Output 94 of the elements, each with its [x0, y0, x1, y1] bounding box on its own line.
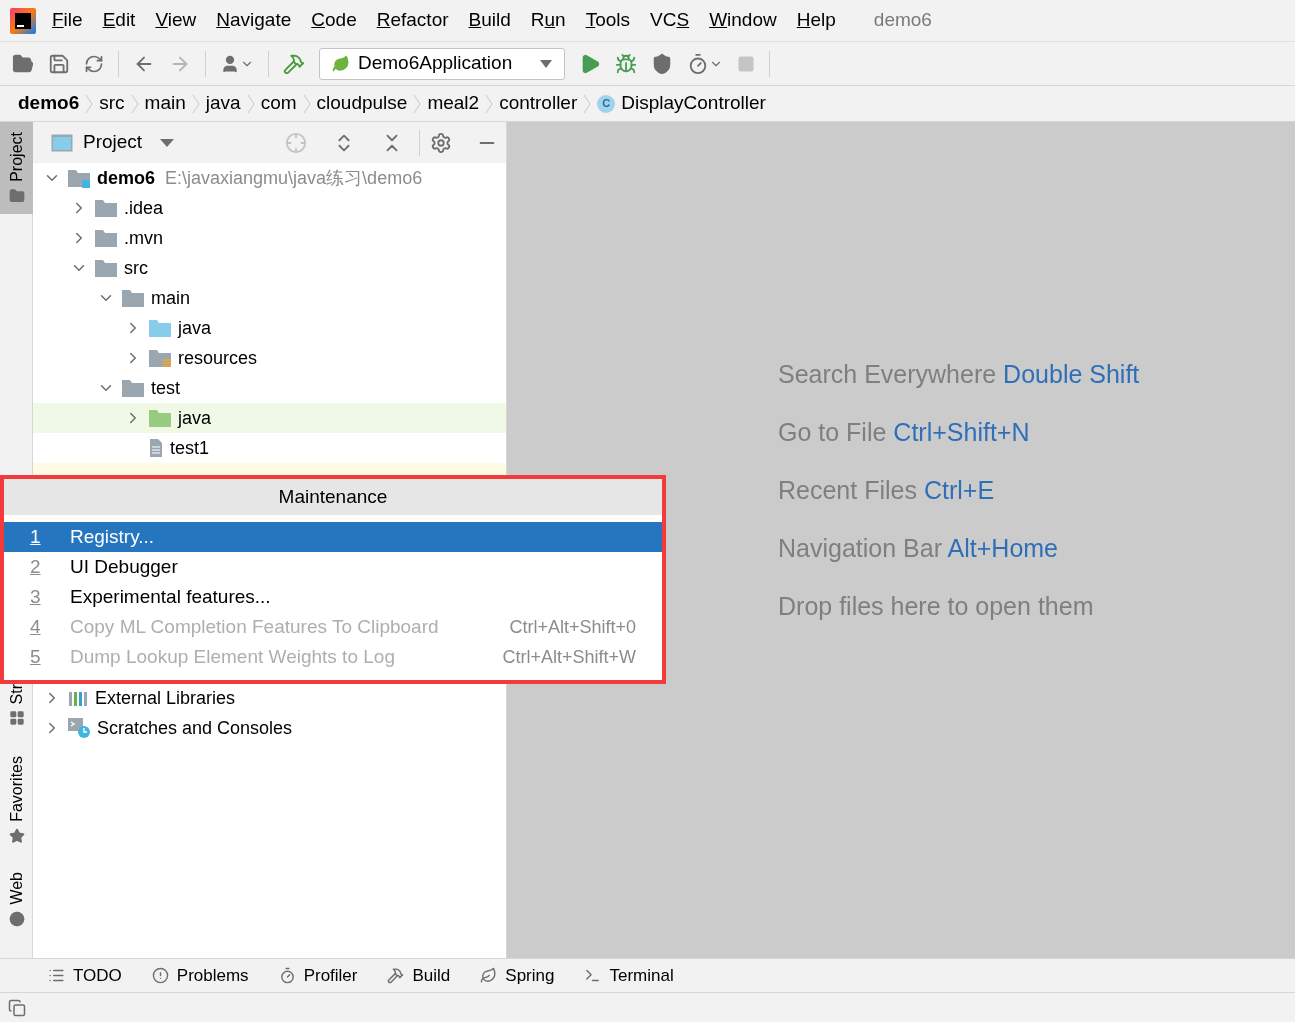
menu-item[interactable]: Code	[301, 6, 367, 35]
side-tab[interactable]: Project	[0, 122, 33, 214]
tool-window-tab[interactable]: Terminal	[584, 962, 674, 989]
settings-icon[interactable]	[430, 131, 452, 154]
menu-item[interactable]: Tools	[575, 6, 641, 35]
tree-item[interactable]: java	[33, 313, 506, 343]
menu-item-label: Registry...	[70, 524, 156, 549]
sync-icon[interactable]	[84, 53, 104, 74]
menu-item[interactable]: Window	[699, 6, 787, 35]
tree-item[interactable]: .mvn	[33, 223, 506, 253]
welcome-hint: Go to File Ctrl+Shift+N	[778, 417, 1031, 448]
tree-item[interactable]: .idea	[33, 193, 506, 223]
breadcrumb-item[interactable]: com	[260, 89, 297, 118]
caret-icon	[160, 138, 175, 147]
terminal-icon	[584, 967, 602, 984]
breadcrumb-item[interactable]: C DisplayController	[597, 89, 766, 118]
folder-icon	[8, 187, 25, 204]
build-icon	[387, 967, 405, 984]
menu-item[interactable]: Run	[520, 6, 576, 35]
menu-item[interactable]: File	[42, 6, 93, 35]
project-view-dropdown[interactable]: Project	[83, 128, 175, 157]
side-tab[interactable]: Favorites	[0, 746, 33, 855]
folder-icon	[121, 378, 145, 398]
popup-title: Maintenance	[4, 479, 662, 515]
spring-icon	[480, 967, 498, 984]
breadcrumb-item[interactable]: src	[99, 89, 125, 118]
menu-item[interactable]: Refactor	[366, 6, 459, 35]
caret-icon	[540, 59, 552, 68]
hammer-icon[interactable]	[283, 52, 305, 75]
user-dropdown-icon[interactable]	[220, 53, 254, 74]
tool-window-tab[interactable]: Problems	[151, 962, 249, 989]
folder-icon	[67, 168, 91, 188]
star-icon	[8, 828, 25, 845]
scratches-icon	[67, 717, 91, 739]
tool-window-tab[interactable]: Profiler	[278, 962, 358, 989]
menu-item[interactable]: VCS	[640, 6, 700, 35]
tree-item[interactable]: External Libraries	[33, 683, 506, 713]
tree-item[interactable]: Scratches and Consoles	[33, 713, 506, 743]
side-tab[interactable]: Web	[0, 862, 33, 937]
structure-icon	[8, 710, 25, 727]
list-icon	[48, 967, 65, 984]
tree-item[interactable]: test1	[33, 433, 506, 463]
problems-icon	[151, 967, 169, 984]
app-logo-icon	[10, 7, 36, 34]
library-icon	[67, 689, 89, 707]
tool-window-tab[interactable]: Spring	[480, 962, 555, 989]
breadcrumb-item[interactable]: demo6	[18, 89, 80, 118]
folder-icon	[94, 228, 118, 248]
open-folder-icon[interactable]	[12, 52, 34, 75]
folder-icon	[121, 288, 145, 308]
folder-icon	[94, 198, 118, 218]
coverage-icon[interactable]	[651, 52, 673, 75]
tree-item[interactable]: test	[33, 373, 506, 403]
profiler-dropdown-icon[interactable]	[687, 52, 723, 75]
layout-toggle-icon[interactable]	[8, 998, 26, 1017]
debug-icon[interactable]	[615, 52, 637, 75]
tree-item[interactable]: main	[33, 283, 506, 313]
tree-item[interactable]: demo6 E:\javaxiangmu\java练习\demo6	[33, 163, 506, 193]
breadcrumb-item[interactable]: controller	[499, 89, 578, 118]
tree-item[interactable]: src	[33, 253, 506, 283]
welcome-hint: Recent Files Ctrl+E	[778, 475, 996, 506]
menu-item-label: Dump Lookup Element Weights to Log	[70, 644, 396, 669]
tree-item[interactable]: java	[33, 403, 506, 433]
welcome-hint: Navigation Bar Alt+Home	[778, 533, 1060, 564]
menu-item[interactable]: Help	[786, 6, 846, 35]
menu-item-label: UI Debugger	[70, 554, 179, 579]
menu-item[interactable]: Navigate	[206, 6, 302, 35]
menu-item-label: Copy ML Completion Features To Clipboard	[70, 614, 440, 639]
tree-item[interactable]: resources	[33, 343, 506, 373]
run-configuration-dropdown[interactable]: Demo6Application	[319, 47, 565, 80]
save-icon[interactable]	[48, 52, 70, 75]
folder-icon	[148, 348, 172, 368]
popup-menu-item[interactable]: 1 Registry...	[4, 522, 662, 552]
file-icon	[148, 438, 164, 458]
menu-item[interactable]: Build	[458, 6, 521, 35]
leaf-icon	[332, 54, 350, 73]
tool-window-tab[interactable]: Build	[387, 962, 451, 989]
folder-icon	[148, 408, 172, 428]
folder-icon	[148, 318, 172, 338]
menu-item[interactable]: View	[145, 6, 207, 35]
window-icon	[51, 133, 73, 152]
folder-icon	[94, 258, 118, 278]
breadcrumb-item[interactable]: main	[144, 89, 186, 118]
welcome-hint: Drop files here to open them	[778, 591, 1095, 622]
welcome-hint: Search Everywhere Double Shift	[778, 359, 1141, 390]
profiler-icon	[278, 967, 296, 984]
tool-window-tab[interactable]: TODO	[48, 962, 122, 989]
window-title: demo6	[873, 8, 932, 33]
breadcrumb-item[interactable]: java	[205, 89, 241, 118]
menu-item[interactable]: Edit	[92, 6, 146, 35]
breadcrumb-item[interactable]: cloudpulse	[316, 89, 408, 118]
side-tab[interactable]: Str	[0, 673, 33, 737]
menu-item-label: Experimental features...	[70, 584, 272, 609]
breadcrumb-item[interactable]: meal2	[427, 89, 480, 118]
